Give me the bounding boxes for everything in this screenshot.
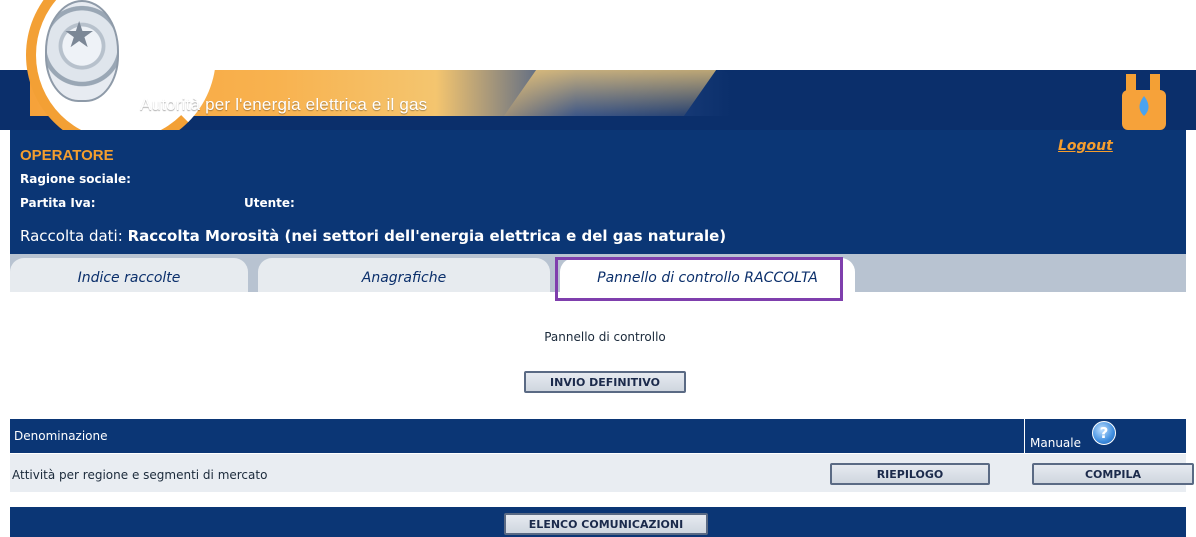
ragione-sociale-label: Ragione sociale: bbox=[20, 172, 131, 186]
header-divider bbox=[1024, 419, 1025, 453]
partita-iva-label: Partita Iva: bbox=[20, 196, 96, 210]
raccolta-name: Raccolta Morosità (nei settori dell'ener… bbox=[127, 227, 727, 245]
column-denominazione: Denominazione bbox=[14, 429, 108, 443]
logout-link[interactable]: Logout bbox=[1058, 138, 1113, 154]
pannello-heading: Pannello di controllo bbox=[544, 330, 666, 344]
raccolta-dati-line: Raccolta dati: Raccolta Morosità (nei se… bbox=[20, 227, 726, 245]
tab-pannello-controllo[interactable]: Pannello di controllo RACCOLTA bbox=[560, 258, 855, 292]
table-header bbox=[10, 419, 1186, 453]
operator-panel: OPERATORE Ragione sociale: Partita Iva: … bbox=[10, 130, 1186, 254]
authority-title: Autorità per l'energia elettrica e il ga… bbox=[140, 95, 428, 114]
banner-swoosh bbox=[503, 70, 717, 116]
row-label: Attività per regione e segmenti di merca… bbox=[12, 468, 268, 482]
invio-definitivo-button[interactable]: INVIO DEFINITIVO bbox=[524, 371, 686, 393]
operator-heading: OPERATORE bbox=[20, 147, 114, 164]
elenco-comunicazioni-button[interactable]: ELENCO COMUNICAZIONI bbox=[504, 513, 708, 535]
compila-button[interactable]: COMPILA bbox=[1032, 463, 1194, 485]
column-manuale: Manuale bbox=[1030, 436, 1081, 450]
emblem-star-icon: ★ bbox=[63, 15, 96, 56]
utente-label: Utente: bbox=[244, 196, 295, 210]
tab-anagrafiche[interactable]: Anagrafiche bbox=[258, 258, 550, 292]
riepilogo-button[interactable]: RIEPILOGO bbox=[830, 463, 990, 485]
tab-indice-raccolte[interactable]: Indice raccolte bbox=[10, 258, 248, 292]
raccolta-prefix: Raccolta dati: bbox=[20, 227, 123, 245]
help-icon[interactable]: ? bbox=[1092, 421, 1116, 445]
